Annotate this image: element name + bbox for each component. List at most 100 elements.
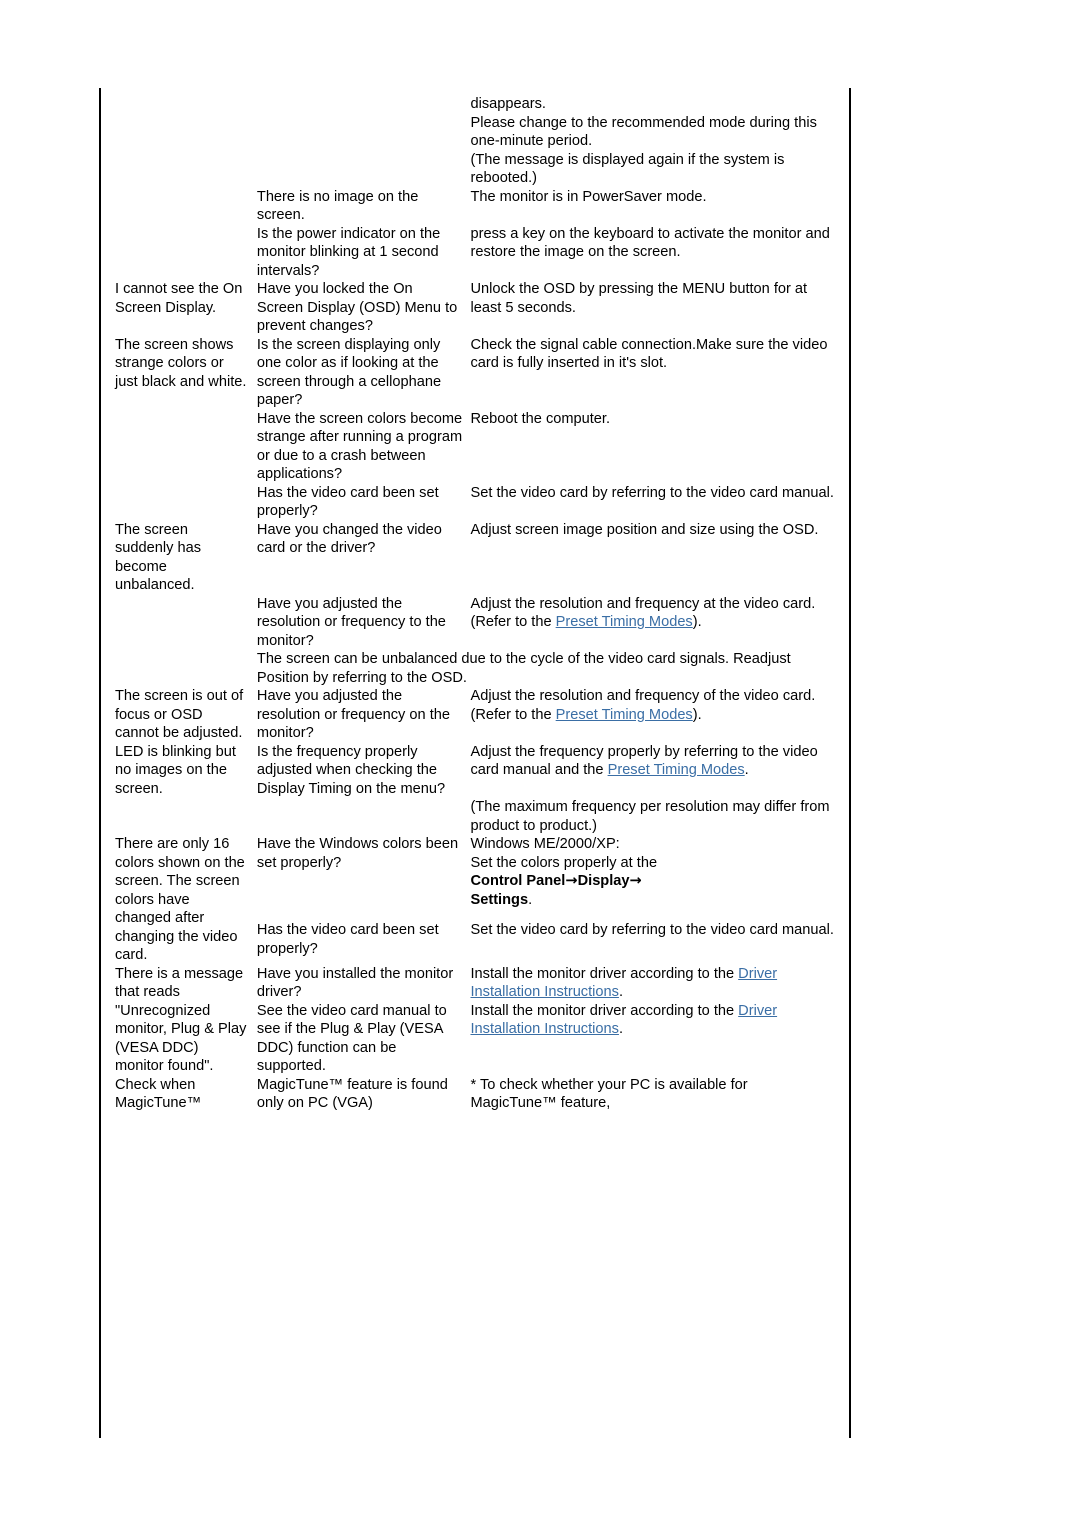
right-vertical-rule	[849, 88, 851, 1438]
table-row: Has the video card been set properly? Se…	[115, 484, 845, 521]
table-row: There are only 16 colors shown on the sc…	[115, 835, 845, 963]
checklist-text: Have you adjusted the resolution or freq…	[256, 595, 446, 649]
table-row: The screen can be unbalanced due to the …	[115, 650, 845, 687]
checklist-text: Have you installed the monitor driver?	[256, 965, 454, 1001]
solution-cell: Reboot the computer.	[470, 410, 845, 484]
table-row: (The maximum frequency per resolution ma…	[115, 798, 845, 835]
checklist-text: Have the screen colors become strange af…	[256, 410, 463, 483]
checklist-cell: Have you locked the On Screen Display (O…	[257, 280, 471, 336]
checklist-text: Is the frequency properly adjusted when …	[256, 743, 446, 797]
table-row: The screen suddenly has become unbalance…	[115, 521, 845, 595]
solution-text: Unlock the OSD by pressing the MENU butt…	[470, 281, 808, 316]
table-row: The screen shows strange colors or just …	[115, 336, 845, 410]
symptom-cell	[115, 188, 257, 225]
solution-cell: Install the monitor driver according to …	[470, 1002, 845, 1076]
table-row: disappears. Please change to the recomme…	[115, 95, 845, 151]
checklist-text: Has the video card been set properly?	[256, 922, 439, 957]
solution-text: * To check whether your PC is available …	[470, 1076, 748, 1112]
solution-cell: Adjust the resolution and frequency of t…	[470, 687, 845, 743]
solution-cell: Adjust screen image position and size us…	[470, 521, 845, 595]
checklist-cell: Have you adjusted the resolution or freq…	[257, 595, 471, 651]
solution-cell: disappears. Please change to the recomme…	[470, 95, 845, 151]
solution-text: (The maximum frequency per resolution ma…	[470, 799, 830, 834]
table-row: Have the screen colors become strange af…	[115, 410, 845, 484]
solution-text: Adjust screen image position and size us…	[470, 521, 819, 538]
solution-text-post: ).	[692, 614, 702, 630]
symptom-cell: The screen shows strange colors or just …	[115, 336, 257, 410]
checklist-text: Is the screen displaying only one color …	[256, 336, 442, 409]
checklist-text: Have you locked the On Screen Display (O…	[256, 281, 458, 334]
symptom-cell	[115, 484, 257, 521]
solution-os-line: Windows ME/2000/XP:	[470, 836, 620, 852]
display-path: Display	[577, 873, 630, 889]
preset-timing-modes-link[interactable]: Preset Timing Modes	[608, 762, 745, 778]
document-page: disappears. Please change to the recomme…	[0, 0, 1080, 1528]
solution-cell: Set the video card by referring to the v…	[470, 484, 845, 521]
solution-cell: Windows ME/2000/XP: Set the colors proper…	[470, 835, 845, 921]
symptom-text: There are only 16 colors shown on the sc…	[115, 836, 245, 963]
symptom-cell: LED is blinking but no images on the scr…	[115, 743, 257, 799]
symptom-cell	[115, 798, 257, 835]
solution-cell: press a key on the keyboard to activate …	[470, 225, 845, 281]
checklist-cell	[257, 798, 471, 835]
solution-period: .	[528, 891, 533, 908]
solution-text: press a key on the keyboard to activate …	[470, 225, 830, 261]
symptom-cell: I cannot see the On Screen Display.	[115, 280, 257, 336]
table-row: Have you adjusted the resolution or freq…	[115, 595, 845, 651]
checklist-cell: Is the frequency properly adjusted when …	[257, 743, 471, 799]
preset-timing-modes-link[interactable]: Preset Timing Modes	[556, 614, 693, 630]
solution-text: (The message is displayed again if the s…	[470, 151, 785, 187]
solution-cell: Unlock the OSD by pressing the MENU butt…	[470, 280, 845, 336]
symptom-cell: There are only 16 colors shown on the sc…	[115, 835, 257, 965]
solution-cell: Adjust the frequency properly by referri…	[470, 743, 845, 799]
solution-cell: The monitor is in PowerSaver mode.	[470, 188, 845, 225]
symptom-text: The screen shows strange colors or just …	[115, 336, 247, 390]
symptom-cell	[115, 410, 257, 484]
solution-text-pre: Install the monitor driver according to …	[470, 1002, 739, 1019]
table-row: Is the power indicator on the monitor bl…	[115, 225, 845, 281]
solution-text: Adjust the frequency properly by referri…	[470, 743, 837, 780]
solution-cell: (The maximum frequency per resolution ma…	[470, 798, 845, 835]
table-row: There is a message that reads "Unrecogni…	[115, 965, 845, 1075]
checklist-cell: There is no image on the screen.	[257, 188, 471, 225]
checklist-text: Have the Windows colors been set properl…	[256, 836, 459, 871]
checklist-cell: MagicTune™ feature is found only on PC (…	[257, 1076, 471, 1113]
table-row: There is no image on the screen. The mon…	[115, 188, 845, 225]
checklist-cell: Have the Windows colors been set properl…	[257, 835, 471, 921]
solution-text: Install the monitor driver according to …	[470, 965, 837, 1002]
symptom-cell	[115, 151, 257, 188]
checklist-cell: Is the screen displaying only one color …	[257, 336, 471, 410]
solution-cell: Check the signal cable connection.Make s…	[470, 336, 845, 410]
symptom-text: The screen is out of focus or OSD cannot…	[115, 688, 244, 741]
solution-text-post: .	[618, 1021, 623, 1037]
solution-cell: Set the video card by referring to the v…	[470, 921, 845, 964]
checklist-text: There is no image on the screen.	[256, 188, 419, 224]
solution-text-post: .	[744, 762, 749, 778]
solution-text: Adjust the resolution and frequency of t…	[470, 687, 837, 724]
checklist-text: Is the power indicator on the monitor bl…	[256, 225, 441, 279]
checklist-text: Have you adjusted the resolution or freq…	[256, 688, 450, 741]
symptom-cell: The screen is out of focus or OSD cannot…	[115, 687, 257, 743]
left-vertical-rule	[99, 88, 101, 1438]
symptom-cell	[115, 225, 257, 281]
solution-line2: Set the colors properly at the	[470, 854, 658, 871]
checklist-cell: Have the screen colors become strange af…	[257, 410, 471, 484]
solution-text-post: .	[618, 984, 623, 1000]
solution-text: disappears. Please change to the recomme…	[470, 96, 817, 149]
symptom-text: There is a message that reads "Unrecogni…	[115, 965, 247, 1075]
solution-cell: (The message is displayed again if the s…	[470, 151, 845, 188]
wide-note-cell: The screen can be unbalanced due to the …	[257, 650, 845, 687]
table-row: LED is blinking but no images on the scr…	[115, 743, 845, 799]
preset-timing-modes-link[interactable]: Preset Timing Modes	[556, 707, 693, 723]
symptom-cell: There is a message that reads "Unrecogni…	[115, 965, 257, 1076]
solution-text: The monitor is in PowerSaver mode.	[470, 188, 707, 205]
symptom-cell: The screen suddenly has become unbalance…	[115, 521, 257, 595]
checklist-cell: Have you adjusted the resolution or freq…	[257, 687, 471, 743]
symptom-text: I cannot see the On Screen Display.	[115, 281, 243, 316]
checklist-text: See the video card manual to see if the …	[256, 1002, 447, 1075]
symptom-text: The screen suddenly has become unbalance…	[115, 521, 202, 594]
table-row: The screen is out of focus or OSD cannot…	[115, 687, 845, 743]
solution-text: Set the video card by referring to the v…	[470, 484, 834, 501]
solution-text-post: ).	[692, 706, 702, 723]
solution-text: Install the monitor driver according to …	[470, 1002, 837, 1039]
